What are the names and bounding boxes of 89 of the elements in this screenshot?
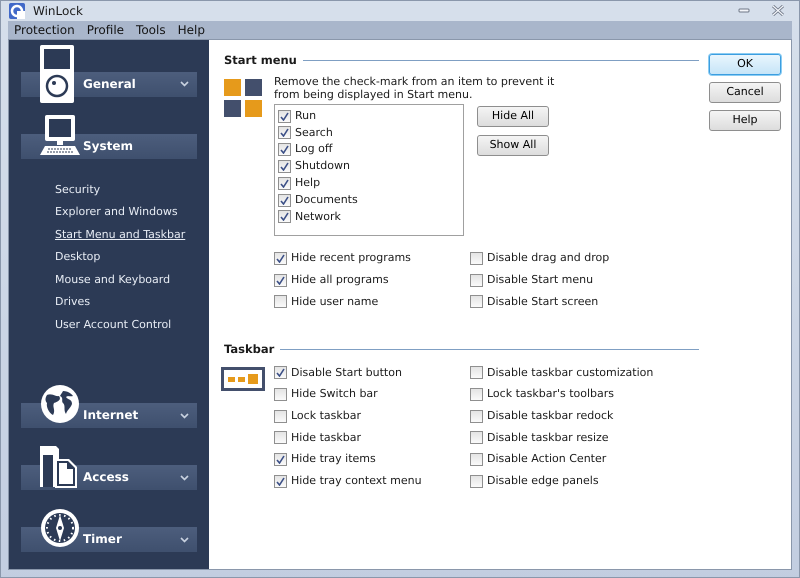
category-header[interactable]: Access <box>21 445 197 492</box>
checkbox-label: Lock taskbar's toolbars <box>487 386 614 402</box>
checkbox[interactable] <box>470 431 483 444</box>
checkbox[interactable] <box>470 410 483 423</box>
checkbox-label: Disable Start button <box>291 364 402 381</box>
checkbox-label: Disable edge panels <box>487 473 599 490</box>
checkbox-label: Disable Start screen <box>487 294 598 310</box>
menu-item[interactable]: Help <box>178 20 205 38</box>
checkbox-label: Disable taskbar resize <box>487 430 609 446</box>
checkbox[interactable] <box>470 295 483 308</box>
checkbox[interactable] <box>470 453 483 466</box>
checkbox-label: Shutdown <box>295 158 350 174</box>
checkbox[interactable] <box>278 176 291 190</box>
checkbox-label: Hide all programs <box>291 272 389 288</box>
checkbox[interactable] <box>278 110 291 123</box>
checkbox-label: Disable taskbar redock <box>487 408 614 424</box>
category-header[interactable]: Timer <box>21 507 197 554</box>
checkbox[interactable] <box>278 194 291 207</box>
checkbox-label: Run <box>295 108 316 124</box>
sidebar-link[interactable]: User Account Control <box>55 316 172 333</box>
checkbox[interactable] <box>274 431 287 444</box>
app-logo-icon <box>9 2 25 19</box>
checkbox-label: Help <box>295 175 320 192</box>
taskbar-icon <box>221 367 265 392</box>
checkbox-label: Log off <box>295 141 332 158</box>
menu-item[interactable]: Protection <box>14 20 75 38</box>
checkbox-label: Disable taskbar customization <box>487 364 654 381</box>
category-header[interactable]: General <box>21 44 197 104</box>
checkbox[interactable] <box>278 160 291 174</box>
chevron-icon <box>180 474 189 480</box>
checkbox-label: Disable Action Center <box>487 451 606 468</box>
dialog-button[interactable]: Help <box>709 110 781 130</box>
section-title: Taskbar <box>224 340 274 358</box>
tiles-icon <box>224 78 262 117</box>
section-title: Start menu <box>224 52 297 68</box>
action-button[interactable]: Show All <box>477 134 549 156</box>
checkbox-label: Disable Start menu <box>487 272 594 288</box>
checkbox-label: Disable drag and drop <box>487 250 610 266</box>
media-player-icon <box>39 44 75 104</box>
menu-item[interactable]: Tools <box>136 20 166 38</box>
checkbox[interactable] <box>274 388 287 402</box>
sidebar-link[interactable]: Start Menu and Taskbar <box>55 226 186 243</box>
checkbox[interactable] <box>278 210 291 224</box>
checkbox-label: Network <box>295 208 341 225</box>
documents-icon <box>39 445 79 489</box>
checkbox[interactable] <box>274 453 287 466</box>
checkbox-label: Documents <box>295 192 358 208</box>
checkbox[interactable] <box>470 274 483 287</box>
checkbox-label: Lock taskbar <box>291 408 361 424</box>
checkbox-label: Search <box>295 124 333 141</box>
chevron-icon <box>180 536 189 542</box>
menu-item[interactable]: Profile <box>86 20 124 38</box>
compass-icon <box>39 507 81 549</box>
checkbox[interactable] <box>274 295 287 308</box>
dialog-button[interactable]: OK <box>709 54 781 74</box>
checkbox-label: Hide tray items <box>291 451 376 468</box>
globe-icon <box>39 383 81 425</box>
chevron-icon <box>180 412 189 418</box>
checkbox[interactable] <box>274 252 287 266</box>
description-text: Remove the check-mark from an item to prevent it from being displayed in Start menu. <box>274 74 556 101</box>
checkbox[interactable] <box>470 252 483 266</box>
category-header[interactable]: Internet <box>21 383 197 430</box>
computer-icon <box>39 114 81 156</box>
sidebar-link[interactable]: Drives <box>55 294 90 310</box>
sidebar-link[interactable]: Security <box>55 182 100 198</box>
checkbox[interactable] <box>274 366 287 380</box>
chevron-icon <box>180 81 189 87</box>
checkbox[interactable] <box>274 410 287 423</box>
checkbox[interactable] <box>274 274 287 287</box>
checkbox[interactable] <box>470 474 483 488</box>
window-title: WinLock <box>33 2 84 20</box>
action-button[interactable]: Hide All <box>477 106 549 127</box>
category-header[interactable]: System <box>21 114 197 160</box>
checkbox-label: Hide taskbar <box>291 430 361 446</box>
checkbox[interactable] <box>470 366 483 380</box>
checkbox[interactable] <box>274 474 287 488</box>
checkbox-label: Hide user name <box>291 294 378 310</box>
dialog-button[interactable]: Cancel <box>709 82 781 102</box>
checkbox[interactable] <box>278 143 291 156</box>
sidebar-link[interactable]: Mouse and Keyboard <box>55 272 170 288</box>
checkbox[interactable] <box>470 388 483 402</box>
checkbox-label: Hide tray context menu <box>291 473 422 490</box>
checkbox[interactable] <box>278 126 291 140</box>
sidebar-link[interactable]: Explorer and Windows <box>55 204 178 220</box>
minimize-icon[interactable] <box>738 8 750 14</box>
close-icon[interactable] <box>772 5 784 16</box>
checkbox-label: Hide recent programs <box>291 250 411 266</box>
sidebar-link[interactable]: Desktop <box>55 249 100 266</box>
checkbox-label: Hide Switch bar <box>291 386 378 402</box>
